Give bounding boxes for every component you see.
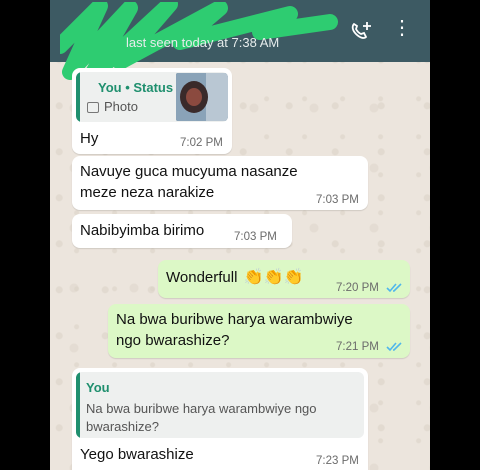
read-ticks-icon	[386, 342, 402, 352]
message-bubble-incoming[interactable]: Nabibyimba birimo 7:03 PM	[72, 214, 292, 248]
message-text: Wonderfull 👏👏👏	[166, 267, 303, 288]
message-bubble-incoming[interactable]: You • Status Photo Hy 7:02 PM	[72, 68, 232, 154]
message-time: 7:03 PM	[316, 194, 359, 206]
quote-label: Photo	[104, 99, 138, 114]
message-text: Wonderfull	[166, 269, 238, 286]
add-call-icon[interactable]	[348, 20, 374, 44]
message-bubble-incoming[interactable]: You Na bwa buribwe harya warambwiye ngo …	[72, 368, 368, 470]
message-time: 7:20 PM	[336, 282, 379, 294]
clapping-hands-emoji: 👏👏👏	[243, 269, 304, 286]
quote-text-line: Na bwa buribwe harya warambwiye ngo	[86, 401, 317, 416]
more-options-icon[interactable]: ⋮	[392, 18, 412, 38]
quoted-message[interactable]: You Na bwa buribwe harya warambwiye ngo …	[76, 372, 364, 438]
message-text-line: Navuye guca mucyuma nasanze	[80, 163, 298, 180]
status-photo-thumbnail	[176, 73, 228, 121]
last-seen-status: last seen today at 7:38 AM	[126, 35, 280, 50]
message-time: 7:23 PM	[316, 455, 359, 467]
message-text-line: ngo bwarashize?	[116, 332, 230, 349]
message-text-line: Na bwa buribwe harya warambwiye	[116, 311, 353, 328]
quote-text-line: bwarashize?	[86, 419, 159, 434]
message-text: Yego bwarashize	[80, 446, 194, 463]
quoted-status[interactable]: You • Status Photo	[76, 72, 228, 122]
photo-icon	[87, 102, 99, 113]
message-text: Nabibyimba birimo	[80, 222, 205, 239]
quote-sender: You	[86, 380, 110, 395]
message-text: Hy	[80, 130, 99, 147]
message-bubble-outgoing[interactable]: Wonderfull 👏👏👏 7:20 PM	[158, 260, 410, 298]
chat-header: ← last seen today at 7:38 AM ⋮	[50, 0, 430, 80]
message-time: 7:21 PM	[336, 341, 379, 353]
quote-accent-bar	[76, 372, 80, 438]
message-time: 7:03 PM	[234, 231, 277, 243]
message-bubble-incoming[interactable]: Navuye guca mucyuma nasanze meze neza na…	[72, 156, 368, 210]
quote-accent-bar	[76, 72, 80, 122]
chat-screen: ← last seen today at 7:38 AM ⋮ You • Sta…	[50, 0, 430, 470]
message-text-line: meze neza narakize	[80, 184, 215, 201]
message-time: 7:02 PM	[180, 137, 223, 149]
message-bubble-outgoing[interactable]: Na bwa buribwe harya warambwiye ngo bwar…	[108, 304, 410, 358]
read-ticks-icon	[386, 283, 402, 293]
quote-sender: You • Status	[98, 80, 174, 95]
